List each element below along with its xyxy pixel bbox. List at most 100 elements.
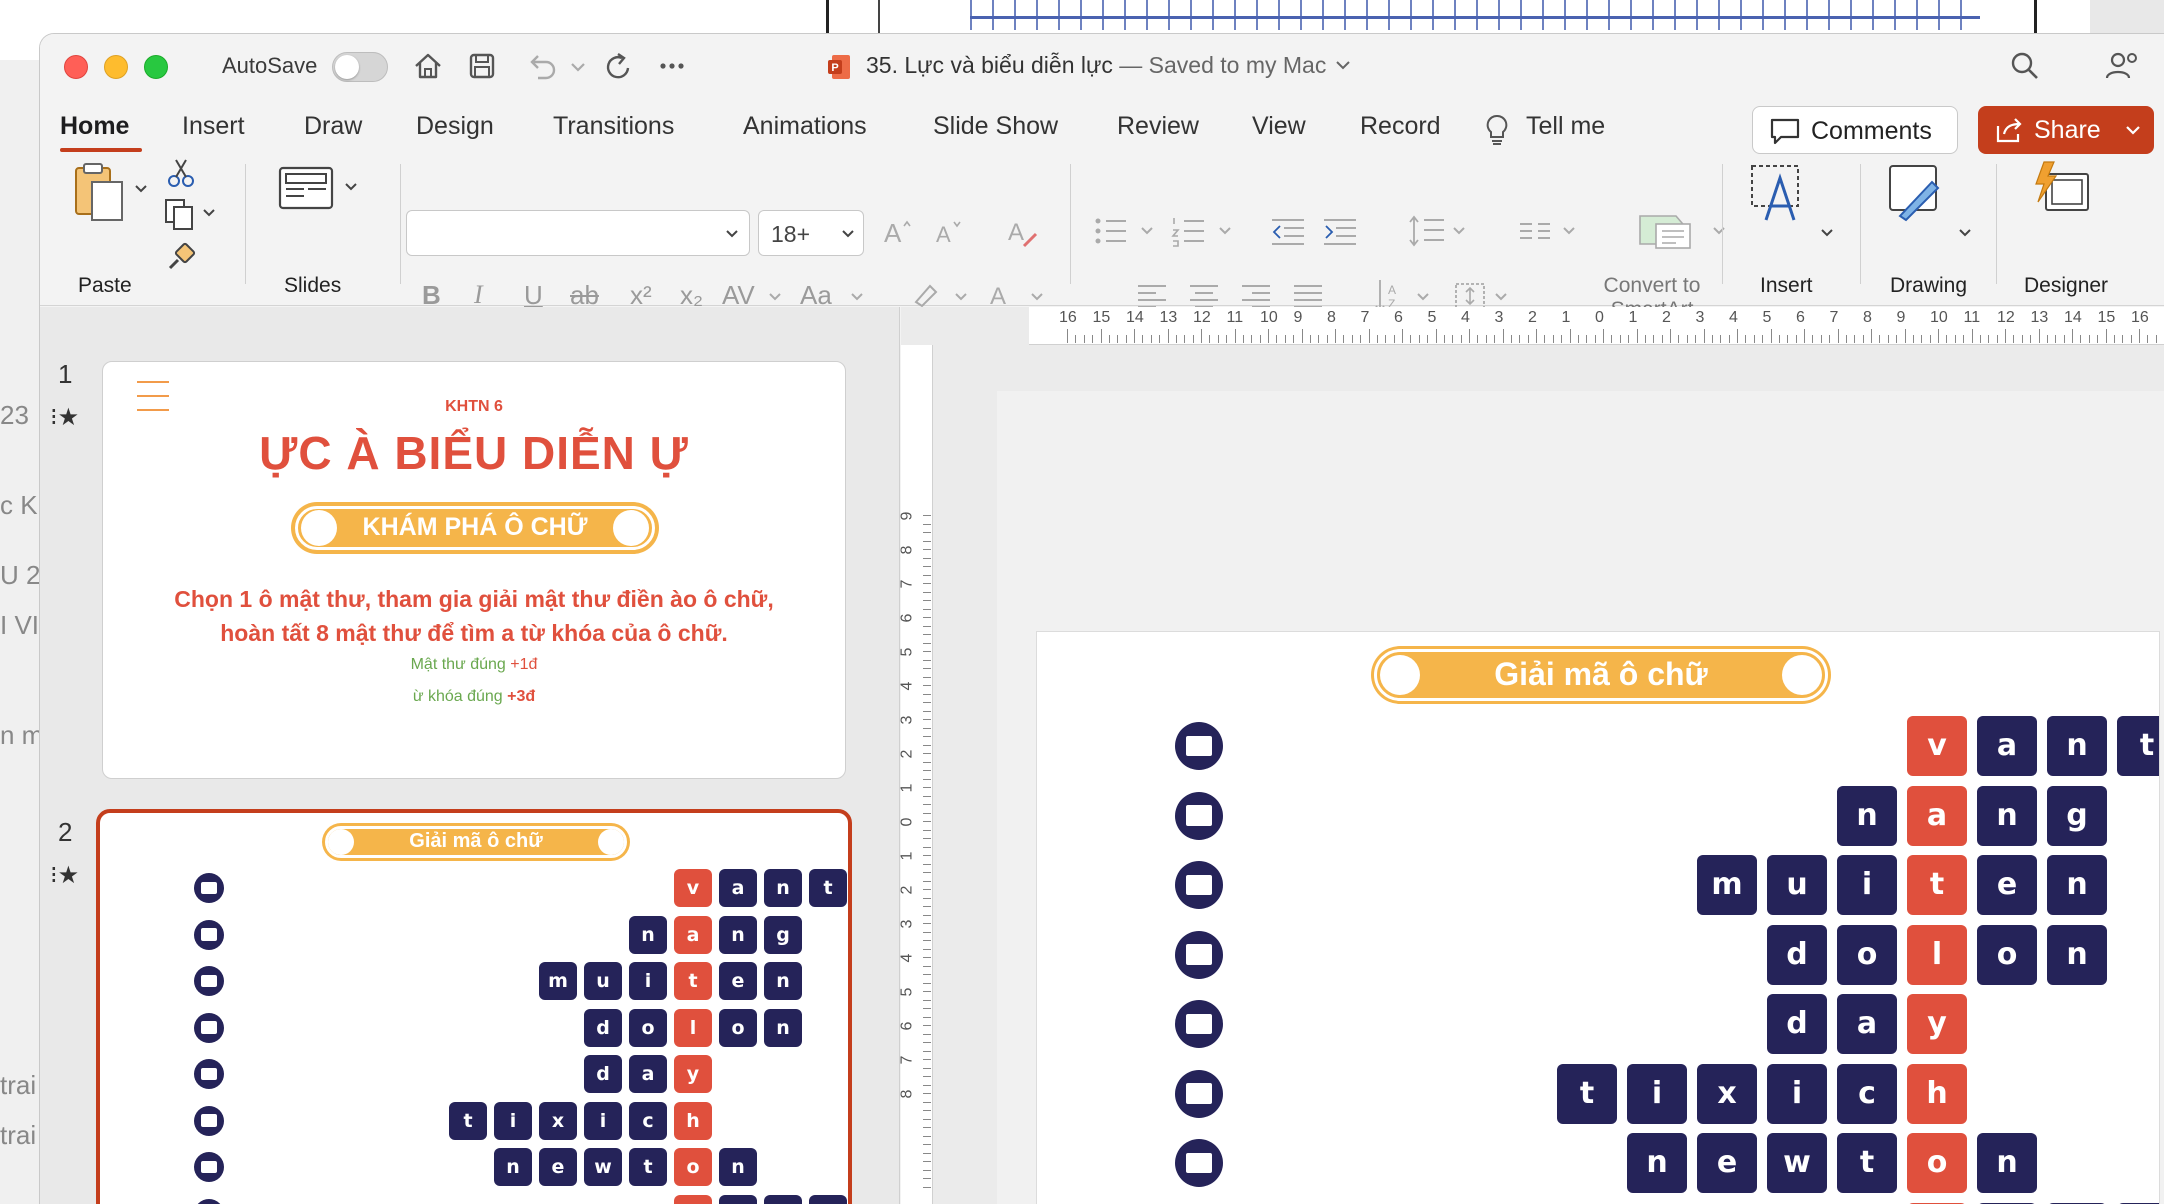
crossword-cell[interactable]: n [1977, 785, 2037, 846]
chevron-down-icon[interactable] [848, 288, 866, 306]
increase-font-size-icon[interactable]: A [876, 212, 916, 252]
home-icon[interactable] [408, 46, 448, 86]
crossword-cell[interactable]: n [2047, 855, 2107, 915]
crossword-key-cell[interactable]: c [674, 1194, 712, 1204]
tab-view[interactable]: View [1252, 112, 1306, 141]
crossword-key-cell[interactable]: y [1907, 994, 1967, 1054]
scissors-icon[interactable] [164, 156, 198, 190]
crossword-cell[interactable]: n [719, 915, 757, 954]
crossword-cell[interactable]: n [764, 962, 802, 1000]
smartart-icon[interactable] [1636, 208, 1696, 254]
chevron-down-icon[interactable] [1138, 222, 1156, 240]
tab-animations[interactable]: Animations [743, 112, 867, 141]
crossword-cell[interactable]: x [539, 1101, 577, 1140]
tab-design[interactable]: Design [416, 112, 494, 141]
crossword-cell[interactable]: d [1767, 994, 1827, 1054]
crossword-cell[interactable]: e [719, 962, 757, 1000]
crossword-key-cell[interactable]: v [674, 869, 712, 907]
drawing-label[interactable]: Drawing [1890, 274, 1967, 298]
crossword-cell[interactable]: n [1837, 785, 1897, 846]
save-icon[interactable] [462, 46, 502, 86]
columns-icon[interactable] [1516, 214, 1556, 248]
clear-formatting-icon[interactable]: A [1002, 212, 1042, 252]
tab-slide-show[interactable]: Slide Show [933, 112, 1058, 141]
crossword-cell[interactable]: n [1977, 1133, 2037, 1193]
chevron-down-icon[interactable] [952, 288, 970, 306]
crossword-key-cell[interactable]: v [1907, 716, 1967, 776]
chevron-down-icon[interactable] [1414, 288, 1432, 306]
decrease-font-size-icon[interactable]: A [928, 212, 968, 252]
chevron-down-icon[interactable] [558, 46, 598, 86]
envelope-icon[interactable] [1175, 791, 1223, 840]
minimize-window-button[interactable] [104, 55, 128, 79]
crossword-cell[interactable]: e [809, 1194, 847, 1204]
slides-label[interactable]: Slides [284, 274, 341, 298]
crossword-key-cell[interactable]: l [674, 1008, 712, 1047]
share-button[interactable]: Share [1978, 106, 2154, 154]
crossword-key-cell[interactable]: y [674, 1055, 712, 1093]
crossword-cell[interactable]: u [584, 962, 622, 1000]
crossword-cell[interactable]: a [1977, 716, 2037, 776]
crossword-cell[interactable]: n [2047, 716, 2107, 776]
envelope-icon[interactable] [1175, 1139, 1223, 1187]
designer-icon[interactable] [2030, 160, 2094, 224]
numbering-icon[interactable] [1170, 214, 1210, 248]
undo-icon[interactable] [522, 46, 562, 86]
crossword-cell[interactable]: t [449, 1101, 487, 1140]
paste-icon[interactable] [70, 160, 130, 224]
document-title[interactable]: 35. Lực và biểu diễn lực — Saved to my M… [866, 52, 1353, 79]
envelope-icon[interactable] [194, 1012, 224, 1043]
crossword-cell[interactable]: g [764, 915, 802, 954]
maximize-window-button[interactable] [144, 55, 168, 79]
crossword-cell[interactable]: n [764, 1008, 802, 1047]
envelope-icon[interactable] [194, 1105, 224, 1136]
crossword-cell[interactable]: h [719, 1194, 757, 1204]
crossword-cell[interactable]: a [719, 869, 757, 907]
tab-record[interactable]: Record [1360, 112, 1441, 141]
chevron-down-icon[interactable] [1492, 288, 1510, 306]
crossword-cell[interactable]: w [584, 1148, 622, 1186]
paste-label[interactable]: Paste [78, 274, 132, 298]
autosave-toggle[interactable] [332, 52, 388, 82]
bullets-icon[interactable] [1092, 214, 1132, 248]
envelope-icon[interactable] [1175, 861, 1223, 909]
crossword-cell[interactable]: d [1767, 924, 1827, 985]
crossword-cell[interactable]: n [719, 1148, 757, 1186]
envelope-icon[interactable] [194, 873, 224, 903]
insert-label[interactable]: Insert [1760, 274, 1813, 298]
crossword-cell[interactable]: a [629, 1055, 667, 1093]
crossword-cell[interactable]: i [629, 962, 667, 1000]
envelope-icon[interactable] [1175, 1069, 1223, 1118]
crossword-cell[interactable]: t [2117, 716, 2159, 776]
crossword-cell[interactable]: o [629, 1008, 667, 1047]
crossword-cell[interactable]: t [629, 1148, 667, 1186]
crossword-key-cell[interactable]: h [1907, 1063, 1967, 1124]
format-painter-icon[interactable] [162, 238, 200, 274]
chevron-down-icon[interactable] [1450, 222, 1468, 240]
share-people-icon[interactable] [2102, 46, 2142, 86]
tab-draw[interactable]: Draw [304, 112, 362, 141]
current-slide[interactable]: Giải mã ô chữvantocnangmuitendolondaytix… [1037, 632, 2159, 1204]
chevron-down-icon[interactable] [1818, 224, 1836, 242]
tab-tell-me[interactable]: Tell me [1526, 112, 1605, 141]
crossword-cell[interactable]: i [494, 1101, 532, 1140]
crossword-key-cell[interactable]: h [674, 1101, 712, 1140]
comments-button[interactable]: Comments [1752, 106, 1958, 154]
crossword-cell[interactable]: i [764, 1194, 802, 1204]
chevron-down-icon[interactable] [1560, 222, 1578, 240]
decrease-indent-icon[interactable] [1270, 214, 1306, 248]
crossword-cell[interactable]: i [1627, 1063, 1687, 1124]
crossword-cell[interactable]: n [494, 1148, 532, 1186]
envelope-icon[interactable] [194, 1059, 224, 1089]
chevron-down-icon[interactable] [200, 204, 218, 222]
crossword-cell[interactable]: x [1697, 1063, 1757, 1124]
crossword-cell[interactable]: n [629, 915, 667, 954]
chevron-down-icon[interactable] [132, 180, 150, 198]
redo-icon[interactable] [600, 46, 640, 86]
crossword-cell[interactable]: w [1767, 1133, 1827, 1193]
new-slide-icon[interactable] [276, 162, 336, 214]
crossword-cell[interactable]: m [539, 962, 577, 1000]
tab-transitions[interactable]: Transitions [553, 112, 674, 141]
crossword-key-cell[interactable]: t [1907, 855, 1967, 915]
chevron-down-icon[interactable] [1028, 288, 1046, 306]
